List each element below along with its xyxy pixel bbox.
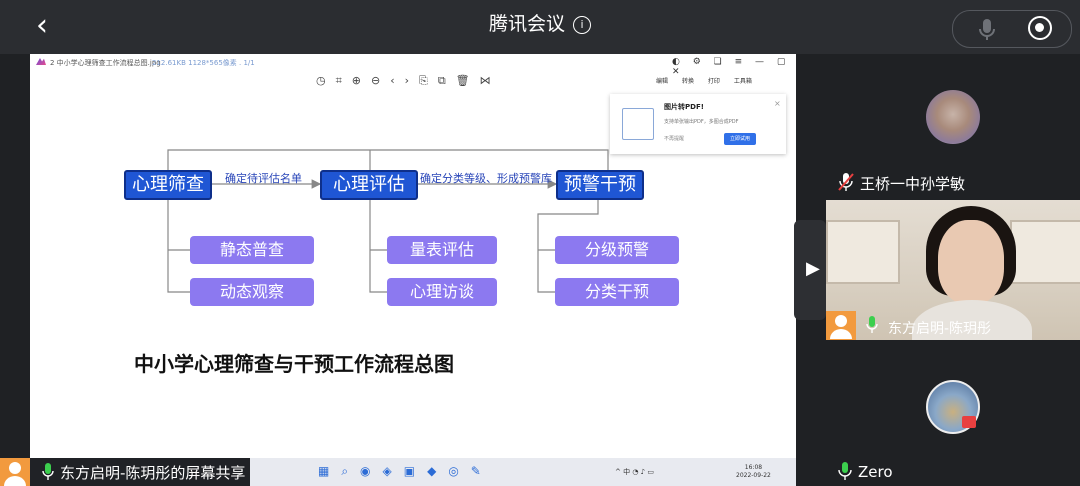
shared-screen: 2 中小学心理筛查工作流程总图.jpg 212.61KB 1128*565像素 … [30,54,796,458]
system-tray[interactable]: ^ 中 ◔ ♪ ▭ [615,467,654,477]
flow-node-intervention: 预警干预 [556,170,644,200]
flow-sub-graded-warning: 分级预警 [555,236,679,264]
flow-sub-scale-assessment: 量表评估 [387,236,497,264]
flow-sub-interview: 心理访谈 [387,278,497,306]
microphone-icon [42,463,54,480]
microphone-muted-icon [838,173,854,191]
bookshelf-right [1010,220,1080,284]
flow-node-assessment: 心理评估 [320,170,418,200]
clock-date: 2022-09-22 [736,472,771,479]
microphone-icon [838,462,852,480]
info-icon[interactable]: i [573,16,591,34]
person-icon [830,315,852,339]
taskbar-clock: 16:08 2022-09-22 [736,464,771,480]
flow-node-screening: 心理筛查 [124,170,212,200]
bookshelf-left [826,220,900,284]
participant-avatar [926,90,980,144]
presenter-avatar-small [826,311,856,340]
microphone-icon[interactable] [978,18,996,42]
participant-name: 王桥一中孙学敏 [860,175,966,193]
meeting-title-text: 腾讯会议 [488,13,565,35]
person-face [938,220,1004,304]
avatar-badge [962,416,976,428]
flowchart-caption: 中小学心理筛查与干预工作流程总图 [134,352,454,376]
edge-label-2: 确定分类等级、形成预警库 [420,172,552,185]
flow-sub-dynamic-observe: 动态观察 [190,278,314,306]
participant-name: Zero [858,463,893,481]
record-icon[interactable] [1028,16,1052,40]
participant-name: 东方启明-陈玥彤 [888,321,992,337]
clock-time: 16:08 [744,464,763,471]
top-controls-pill [952,10,1072,48]
edge-label-1: 确定待评估名单 [225,172,302,185]
person-icon [4,462,26,486]
screen-share-label: 东方启明-陈玥彤的屏幕共享 [60,464,246,482]
flow-sub-static-survey: 静态普查 [190,236,314,264]
meeting-title: 腾讯会议 i [0,10,1080,38]
presenter-avatar [0,458,30,486]
flow-sub-classified-intervention: 分类干预 [555,278,679,306]
play-arrow-icon[interactable]: ▶ [806,258,820,279]
microphone-icon [866,316,878,333]
ime-indicator[interactable]: 中 [623,468,630,476]
taskbar-app-icons[interactable]: ▦⌕◉◈▣◆◎✎ [318,464,493,479]
